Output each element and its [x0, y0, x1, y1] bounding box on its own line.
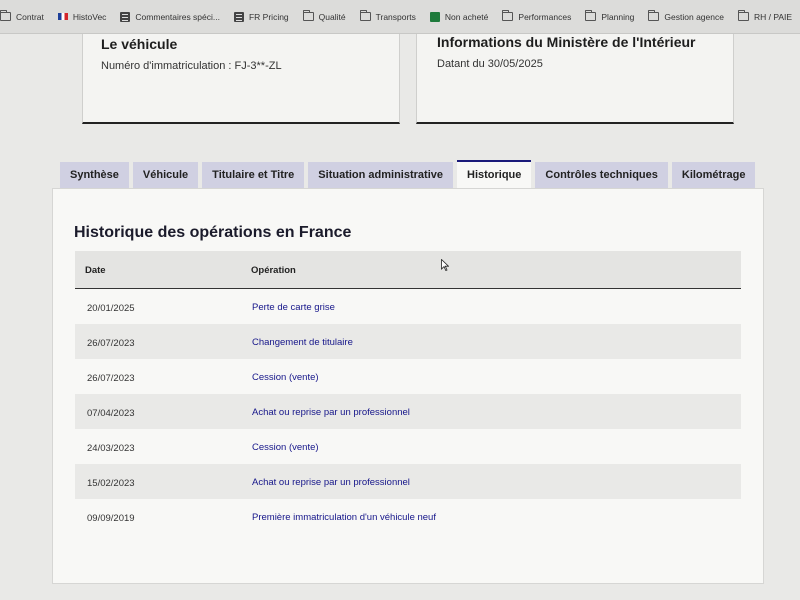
table-row: 20/01/2025 Perte de carte grise — [75, 289, 741, 324]
tab-bar: Synthèse Véhicule Titulaire et Titre Sit… — [60, 160, 756, 188]
row-date: 26/07/2023 — [87, 373, 135, 384]
bookmark-contrat[interactable]: Contrat — [0, 10, 44, 22]
row-operation[interactable]: Achat ou reprise par un professionnel — [252, 407, 410, 418]
table-row: 07/04/2023 Achat ou reprise par un profe… — [75, 394, 741, 429]
mouse-cursor-icon — [441, 259, 449, 271]
folder-icon — [737, 10, 749, 21]
bookmark-performances[interactable]: Performances — [502, 10, 572, 22]
bookmark-qualite[interactable]: Qualité — [302, 10, 346, 22]
bookmark-label: Qualité — [318, 11, 346, 22]
history-panel: Historique des opérations en France Date… — [52, 188, 764, 584]
bookmark-non-achete[interactable]: Non acheté — [429, 11, 489, 22]
table-header: Date Opération — [75, 251, 741, 289]
table-row: 09/09/2019 Première immatriculation d'un… — [75, 499, 741, 534]
row-date: 09/09/2019 — [87, 513, 135, 524]
bookmark-rh-paie[interactable]: RH / PAIE — [737, 10, 793, 22]
row-operation[interactable]: Cession (vente) — [252, 372, 319, 383]
tab-historique[interactable]: Historique — [457, 160, 532, 188]
bookmarks-bar: Contrat HistoVec Commentaires spéci... F… — [0, 0, 800, 34]
row-operation[interactable]: Perte de carte grise — [252, 302, 335, 313]
document-icon — [233, 11, 244, 22]
row-date: 24/03/2023 — [87, 443, 135, 454]
folder-icon — [359, 10, 371, 21]
bookmark-label: RH / PAIE — [753, 11, 793, 22]
row-operation[interactable]: Cession (vente) — [252, 442, 319, 453]
bookmark-label: Gestion agence — [664, 11, 724, 22]
bookmark-gestion-agence[interactable]: Gestion agence — [648, 10, 724, 22]
bookmark-label: Non acheté — [444, 11, 489, 22]
ministry-card: Informations du Ministère de l'Intérieur… — [416, 34, 734, 124]
history-title: Historique des opérations en France — [74, 224, 352, 241]
ministry-card-title: Informations du Ministère de l'Intérieur — [437, 34, 696, 50]
tab-titulaire[interactable]: Titulaire et Titre — [202, 162, 305, 188]
tab-synthese[interactable]: Synthèse — [60, 162, 129, 188]
folder-icon — [648, 10, 660, 21]
folder-icon — [502, 10, 514, 21]
bookmark-label: Contrat — [16, 11, 44, 22]
tab-situation-administrative[interactable]: Situation administrative — [308, 162, 453, 188]
vehicle-card-title: Le véhicule — [101, 36, 178, 52]
vehicle-card: Le véhicule Numéro d'immatriculation : F… — [82, 34, 400, 124]
row-operation[interactable]: Changement de titulaire — [252, 337, 353, 348]
document-icon — [120, 11, 131, 22]
bookmark-histovec[interactable]: HistoVec — [57, 11, 107, 22]
plate-number: Numéro d'immatriculation : FJ-3**-ZL — [101, 60, 282, 72]
row-date: 20/01/2025 — [87, 303, 135, 314]
row-date: 07/04/2023 — [87, 408, 135, 419]
table-row: 26/07/2023 Cession (vente) — [75, 359, 741, 394]
bookmark-label: FR Pricing — [248, 11, 289, 22]
tab-kilometrage[interactable]: Kilométrage — [671, 162, 756, 188]
bookmark-label: HistoVec — [72, 11, 107, 22]
ministry-date: Datant du 30/05/2025 — [437, 58, 543, 70]
bookmark-fr-pricing[interactable]: FR Pricing — [233, 11, 289, 22]
row-date: 26/07/2023 — [87, 338, 135, 349]
bookmark-planning[interactable]: Planning — [585, 10, 635, 22]
bookmark-label: Commentaires spéci... — [135, 11, 220, 22]
tab-vehicule[interactable]: Véhicule — [132, 162, 199, 188]
history-table-body: 20/01/2025 Perte de carte grise 26/07/20… — [75, 289, 741, 534]
flag-icon — [57, 13, 68, 20]
row-date: 15/02/2023 — [87, 478, 135, 489]
column-operation: Opération — [251, 265, 296, 276]
folder-icon — [0, 10, 11, 21]
column-date: Date — [85, 265, 106, 276]
bookmark-label: Planning — [601, 11, 635, 22]
bookmark-label: Transports — [375, 11, 416, 22]
folder-icon — [302, 10, 314, 21]
table-row: 26/07/2023 Changement de titulaire — [75, 324, 741, 359]
table-row: 15/02/2023 Achat ou reprise par un profe… — [75, 464, 741, 499]
bookmark-label: Performances — [518, 11, 572, 22]
tab-controles-techniques[interactable]: Contrôles techniques — [535, 162, 668, 188]
bookmark-transports[interactable]: Transports — [359, 10, 416, 22]
row-operation[interactable]: Première immatriculation d'un véhicule n… — [252, 512, 436, 523]
table-row: 24/03/2023 Cession (vente) — [75, 429, 741, 464]
folder-icon — [585, 10, 597, 21]
sheet-icon — [429, 11, 440, 22]
bookmark-commentaires[interactable]: Commentaires spéci... — [120, 11, 220, 22]
row-operation[interactable]: Achat ou reprise par un professionnel — [252, 477, 410, 488]
